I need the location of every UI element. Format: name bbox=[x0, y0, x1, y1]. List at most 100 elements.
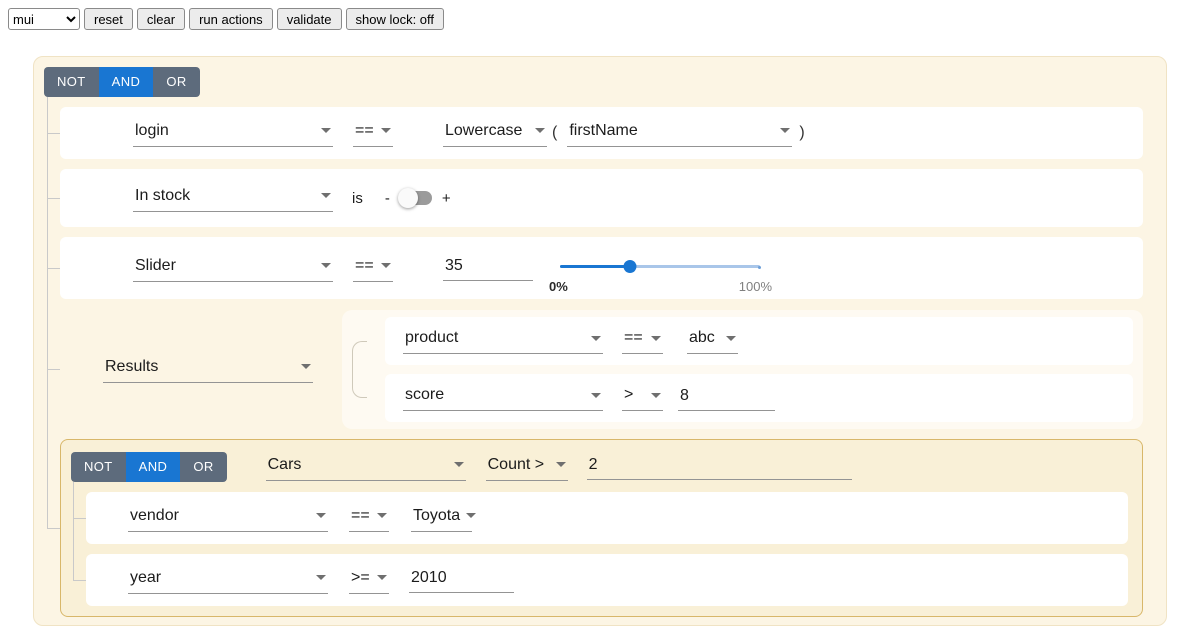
dropdown-arrow-icon bbox=[377, 513, 387, 518]
run-actions-button[interactable]: run actions bbox=[189, 8, 273, 30]
root-conjunction-group: NOT AND OR bbox=[44, 67, 200, 97]
slider-value-input[interactable] bbox=[443, 255, 533, 281]
dropdown-arrow-icon bbox=[381, 263, 391, 268]
conj-and-button[interactable]: AND bbox=[99, 67, 154, 97]
slider-end-mark bbox=[758, 266, 761, 269]
results-field-value: Results bbox=[105, 358, 158, 376]
product-field-value: product bbox=[405, 329, 458, 347]
login-field-value: login bbox=[135, 122, 169, 140]
product-value: abc bbox=[689, 329, 715, 347]
score-value-input[interactable] bbox=[678, 385, 775, 411]
vendor-operator-select[interactable]: == bbox=[349, 505, 389, 532]
product-value-select[interactable]: abc bbox=[687, 327, 738, 354]
show-lock-button[interactable]: show lock: off bbox=[346, 8, 445, 30]
dropdown-arrow-icon bbox=[321, 193, 331, 198]
rule-year: year >= bbox=[86, 554, 1128, 606]
switch-minus-label: - bbox=[385, 190, 390, 207]
switch-thumb bbox=[398, 188, 418, 208]
dropdown-arrow-icon bbox=[556, 462, 566, 467]
cars-count-operator-value: Count > bbox=[488, 456, 544, 474]
conj-not-button[interactable]: NOT bbox=[44, 67, 99, 97]
slider-min-label: 0% bbox=[549, 279, 568, 294]
dropdown-arrow-icon bbox=[651, 393, 661, 398]
cars-conj-not-button[interactable]: NOT bbox=[71, 452, 126, 482]
slider-field-select[interactable]: Slider bbox=[133, 255, 333, 282]
dropdown-arrow-icon bbox=[377, 575, 387, 580]
score-field-select[interactable]: score bbox=[403, 384, 603, 411]
login-operator-value: == bbox=[355, 122, 374, 140]
product-operator-select[interactable]: == bbox=[622, 327, 663, 354]
slider-labels: 0% 100% bbox=[549, 279, 772, 294]
dropdown-arrow-icon bbox=[651, 336, 661, 341]
root-children: login == Lowercase ( firstName ) bbox=[60, 107, 1143, 617]
score-field-value: score bbox=[405, 386, 444, 404]
year-field-select[interactable]: year bbox=[128, 567, 328, 594]
slider-thumb[interactable] bbox=[624, 260, 637, 273]
results-field-select[interactable]: Results bbox=[103, 356, 313, 383]
rule-vendor: vendor == Toyota bbox=[86, 492, 1128, 544]
slider-operator-select[interactable]: == bbox=[353, 255, 393, 282]
in-stock-switch[interactable] bbox=[398, 188, 434, 208]
slider-fill bbox=[560, 265, 630, 268]
conj-or-button[interactable]: OR bbox=[153, 67, 199, 97]
year-value-input[interactable] bbox=[409, 567, 514, 593]
rule-product: product == abc bbox=[385, 317, 1133, 365]
rule-slider: Slider == 0% 100% bbox=[60, 237, 1143, 299]
func-select[interactable]: Lowercase bbox=[443, 120, 547, 147]
login-operator-select[interactable]: == bbox=[353, 120, 393, 147]
slider-operator-value: == bbox=[355, 257, 374, 275]
dropdown-arrow-icon bbox=[591, 336, 601, 341]
results-group: Results product == abc bbox=[60, 309, 1143, 429]
clear-button[interactable]: clear bbox=[137, 8, 185, 30]
dropdown-arrow-icon bbox=[535, 128, 545, 133]
slider-widget[interactable]: 0% 100% bbox=[560, 246, 760, 290]
query-builder-root-group: NOT AND OR login == Lowercase ( bbox=[33, 56, 1167, 626]
cars-field-value: Cars bbox=[268, 456, 302, 474]
dropdown-arrow-icon bbox=[301, 364, 311, 369]
rule-in-stock: In stock is - + bbox=[60, 169, 1143, 227]
cars-field-select[interactable]: Cars bbox=[266, 454, 466, 481]
cars-count-value-input[interactable] bbox=[587, 454, 852, 480]
product-field-select[interactable]: product bbox=[403, 327, 603, 354]
slider-max-label: 100% bbox=[739, 279, 772, 294]
reset-button[interactable]: reset bbox=[84, 8, 133, 30]
vendor-field-select[interactable]: vendor bbox=[128, 505, 328, 532]
product-operator-value: == bbox=[624, 329, 643, 347]
toolbar: mui reset clear run actions validate sho… bbox=[0, 0, 1200, 30]
is-operator-label: is bbox=[352, 190, 363, 207]
func-arg-field-select[interactable]: firstName bbox=[567, 120, 792, 147]
in-stock-field-value: In stock bbox=[135, 187, 190, 205]
dropdown-arrow-icon bbox=[321, 128, 331, 133]
dropdown-arrow-icon bbox=[316, 575, 326, 580]
dropdown-arrow-icon bbox=[381, 128, 391, 133]
cars-conj-and-button[interactable]: AND bbox=[126, 452, 181, 482]
validate-button[interactable]: validate bbox=[277, 8, 342, 30]
year-operator-select[interactable]: >= bbox=[349, 567, 389, 594]
in-stock-field-select[interactable]: In stock bbox=[133, 185, 333, 212]
dropdown-arrow-icon bbox=[726, 336, 736, 341]
paren-close: ) bbox=[799, 124, 804, 142]
cars-group: NOT AND OR Cars Count > bbox=[60, 439, 1143, 617]
login-field-select[interactable]: login bbox=[133, 120, 333, 147]
year-field-value: year bbox=[130, 569, 161, 587]
paren-open: ( bbox=[552, 124, 557, 142]
vendor-value-select[interactable]: Toyota bbox=[411, 505, 472, 532]
dropdown-arrow-icon bbox=[591, 393, 601, 398]
slider-field-value: Slider bbox=[135, 257, 176, 275]
vendor-operator-value: == bbox=[351, 507, 370, 525]
dropdown-arrow-icon bbox=[466, 513, 476, 518]
func-arg-value: firstName bbox=[569, 122, 637, 140]
vendor-field-value: vendor bbox=[130, 507, 179, 525]
dropdown-arrow-icon bbox=[316, 513, 326, 518]
cars-children: vendor == Toyota bbox=[86, 492, 1128, 606]
func-value: Lowercase bbox=[445, 122, 522, 140]
rule-login: login == Lowercase ( firstName ) bbox=[60, 107, 1143, 159]
dropdown-arrow-icon bbox=[780, 128, 790, 133]
dropdown-arrow-icon bbox=[454, 462, 464, 467]
vendor-value: Toyota bbox=[413, 507, 460, 525]
results-children: product == abc bbox=[342, 310, 1143, 429]
cars-count-operator-select[interactable]: Count > bbox=[486, 454, 568, 481]
score-operator-select[interactable]: > bbox=[622, 384, 663, 411]
theme-select[interactable]: mui bbox=[8, 8, 80, 30]
cars-conj-or-button[interactable]: OR bbox=[180, 452, 226, 482]
